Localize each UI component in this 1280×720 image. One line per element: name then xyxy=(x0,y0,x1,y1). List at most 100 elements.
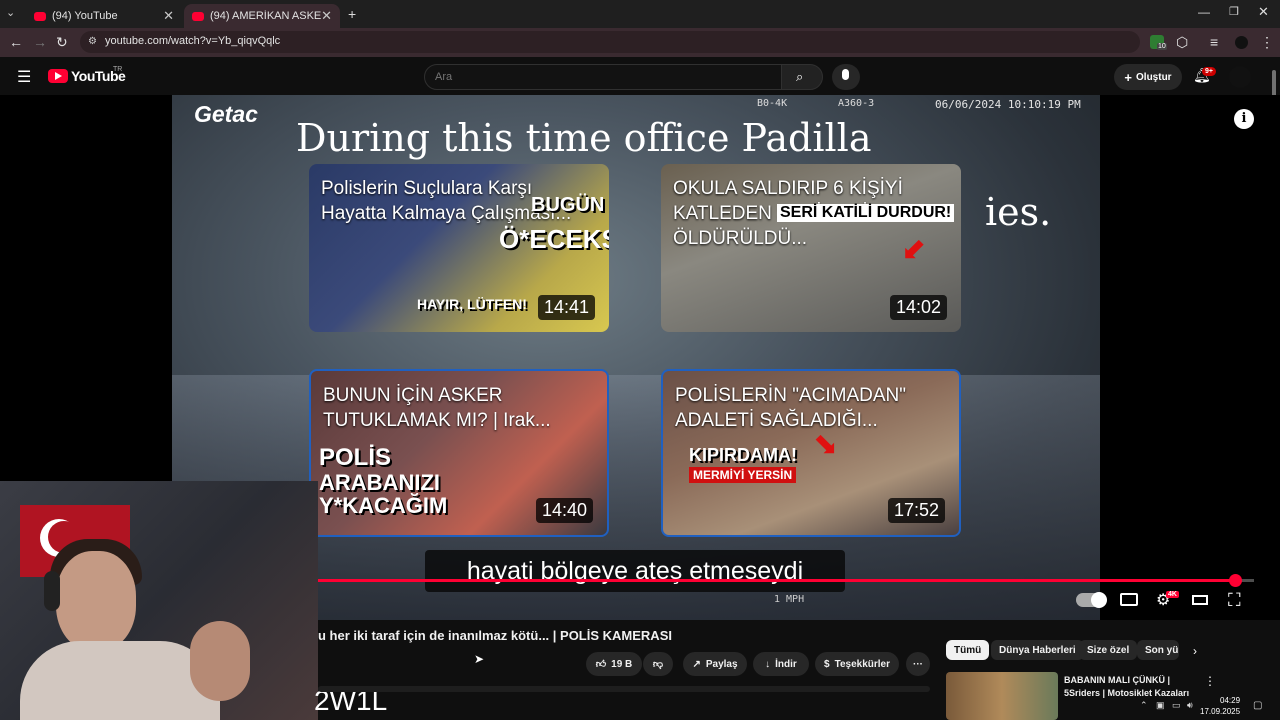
recommended-video-title[interactable]: BABANIN MALI ÇÜNKÜ | 5Sriders | Motosikl… xyxy=(1064,674,1194,700)
reload-icon[interactable]: ↻ xyxy=(56,34,68,51)
download-icon: ↓ xyxy=(765,658,771,670)
close-tab-icon[interactable]: ✕ xyxy=(163,8,174,24)
hamburger-menu-icon[interactable]: ☰ xyxy=(17,67,31,87)
chevron-right-icon[interactable]: › xyxy=(1193,644,1197,658)
end-card-video[interactable]: Polislerin Suçlulara Karşı Hayatta Kalma… xyxy=(309,164,609,332)
quality-badge: 4K xyxy=(1166,591,1179,598)
more-actions-button[interactable]: ··· xyxy=(906,652,930,676)
video-burned-caption-2: ies. xyxy=(985,190,1052,234)
video-duration: 14:40 xyxy=(535,498,593,523)
tray-app-icon[interactable]: ▣ xyxy=(1156,700,1165,711)
account-avatar[interactable] xyxy=(1229,66,1251,88)
cam-id: B0-4K xyxy=(757,98,788,109)
thanks-button[interactable]: $ Teşekkürler xyxy=(815,652,899,676)
clock-time: 04:29 xyxy=(1220,696,1241,705)
end-card-video[interactable]: OKULA SALDIRIP 6 KİŞİYİ KATLEDEN SERİ KA… xyxy=(661,164,961,332)
browser-tab-bar: ⌄ (94) YouTube ✕ (94) AMERİKAN ASKERİ vs… xyxy=(0,0,1280,28)
autoplay-toggle-knob xyxy=(1091,592,1107,608)
search-button[interactable]: ⌕ xyxy=(781,64,823,90)
chip-for-you[interactable]: Size özel xyxy=(1079,640,1138,660)
video-timestamp: 06/06/2024 10:10:19 PM xyxy=(935,98,1081,111)
thumbs-down-icon: 👎︎ xyxy=(652,659,664,670)
red-arrow-icon: ⬋ xyxy=(901,233,927,266)
voice-search-button[interactable] xyxy=(832,64,860,90)
search-icon: ⌕ xyxy=(796,69,804,84)
download-button[interactable]: ↓ İndir xyxy=(753,652,809,676)
end-card-video[interactable]: BUNUN İÇİN ASKER TUTUKLAMAK MI? | Irak..… xyxy=(309,369,609,537)
like-button[interactable]: 👍︎ 19 B xyxy=(586,652,642,676)
search-box[interactable] xyxy=(424,64,782,90)
url-text[interactable]: youtube.com/watch?v=Yb_qiqvQqlc xyxy=(105,35,280,47)
tab-search-icon[interactable]: ⌄ xyxy=(6,6,15,19)
thanks-label: Teşekkürler xyxy=(834,658,890,670)
share-button[interactable]: ↗ Paylaş xyxy=(683,652,747,676)
tab-label: (94) AMERİKAN ASKERİ vs 3 PO xyxy=(210,10,322,22)
thumb-text: SERİ KATİLİ DURDUR! xyxy=(777,204,955,222)
video-title: u her iki taraf için de inanılmaz kötü..… xyxy=(318,628,672,643)
new-tab-icon[interactable]: + xyxy=(348,6,356,22)
media-control-icon[interactable]: ≡ xyxy=(1210,34,1218,50)
youtube-favicon-icon xyxy=(34,11,46,21)
end-card-title: POLİSLERİN "ACIMADAN" ADALETİ SAĞLADIĞI.… xyxy=(675,385,906,431)
thumb-text: BUGÜN xyxy=(531,194,605,216)
like-count: 19 B xyxy=(611,658,633,670)
share-label: Paylaş xyxy=(705,658,738,670)
streamer-webcam xyxy=(0,481,318,720)
progress-scrubber[interactable] xyxy=(1229,574,1242,587)
video-duration: 14:02 xyxy=(889,295,947,320)
profile-avatar[interactable] xyxy=(1235,36,1248,49)
speed-readout: 1 MPH xyxy=(774,594,805,605)
close-tab-icon[interactable]: ✕ xyxy=(321,8,332,24)
mic-icon xyxy=(842,69,849,80)
tray-chevron-icon[interactable]: ⌃ xyxy=(1140,700,1148,711)
extensions-puzzle-icon[interactable]: ⬡ xyxy=(1176,34,1188,51)
youtube-favicon-icon xyxy=(192,11,204,21)
create-label: Oluştur xyxy=(1136,71,1172,83)
end-card-video[interactable]: POLİSLERİN "ACIMADAN" ADALETİ SAĞLADIĞI.… xyxy=(661,369,961,537)
description-box[interactable] xyxy=(318,686,930,692)
dislike-button[interactable]: 👎︎ xyxy=(643,652,673,676)
progress-fill xyxy=(318,579,1236,582)
cam-id: A360-3 xyxy=(838,98,875,109)
system-clock[interactable]: 04:29 17.09.2025 xyxy=(1200,695,1240,717)
notification-center-icon[interactable]: ▢ xyxy=(1253,700,1262,711)
thumbs-up-icon: 👍︎ xyxy=(595,659,607,670)
create-button[interactable]: + Oluştur xyxy=(1114,64,1182,90)
video-duration: 14:41 xyxy=(537,295,595,320)
tab-active-video[interactable]: (94) AMERİKAN ASKERİ vs 3 PO ✕ xyxy=(184,4,340,28)
info-icon[interactable]: i xyxy=(1234,109,1254,129)
thumb-text: KIPIRDAMA! xyxy=(689,445,797,465)
clock-date: 17.09.2025 xyxy=(1200,707,1241,716)
thumb-text: Y*KACAĞIM xyxy=(319,493,448,518)
fullscreen-icon[interactable]: ⛶ xyxy=(1228,590,1241,611)
restore-icon[interactable]: ❐ xyxy=(1229,5,1239,18)
notification-badge: 9+ xyxy=(1202,67,1216,76)
search-input[interactable] xyxy=(435,69,765,85)
mouse-cursor-icon: ➤ xyxy=(474,652,485,666)
chip-world-news[interactable]: Dünya Haberleri xyxy=(991,640,1084,660)
rec-more-icon[interactable]: ⋮ xyxy=(1204,674,1216,688)
subtitles-cc-icon[interactable] xyxy=(1120,593,1138,606)
volume-icon[interactable]: 🔊︎ xyxy=(1187,700,1193,711)
recommended-video-thumbnail[interactable] xyxy=(946,672,1058,720)
plus-icon: + xyxy=(1124,69,1133,85)
download-label: İndir xyxy=(775,658,797,670)
minimize-icon[interactable]: — xyxy=(1198,5,1210,19)
site-info-icon[interactable]: ⚙ xyxy=(88,36,97,47)
theater-mode-icon[interactable] xyxy=(1192,595,1208,605)
browser-menu-icon[interactable]: ⋮ xyxy=(1260,34,1274,51)
close-window-icon[interactable]: ✕ xyxy=(1258,4,1269,20)
youtube-logo-icon[interactable] xyxy=(48,69,68,83)
tab-youtube-home[interactable]: (94) YouTube ✕ xyxy=(26,4,182,28)
thumb-text: POLİS xyxy=(319,444,392,471)
thumb-text: Ö*ECEKSİN xyxy=(499,224,609,254)
back-icon[interactable]: ← xyxy=(9,34,23,50)
chip-all[interactable]: Tümü xyxy=(946,640,990,660)
progress-bar[interactable] xyxy=(318,579,1254,582)
thanks-icon: $ xyxy=(824,658,830,670)
video-duration: 17:52 xyxy=(887,498,945,523)
forward-icon[interactable]: → xyxy=(33,34,47,50)
subtitle-caption: hayati bölgeye ateş etmeseydi xyxy=(425,550,845,592)
chip-recent[interactable]: Son yük xyxy=(1137,640,1179,660)
network-icon[interactable]: ▭ xyxy=(1172,700,1181,711)
